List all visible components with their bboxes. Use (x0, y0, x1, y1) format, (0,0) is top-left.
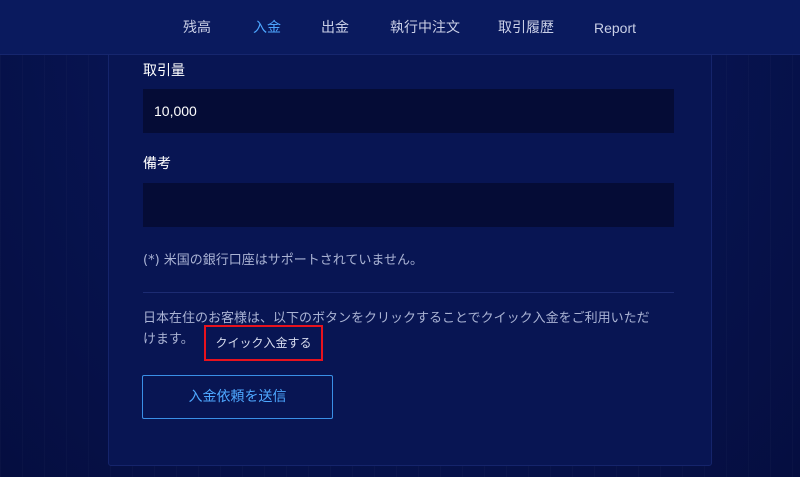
us-bank-note: (*) 米国の銀行口座はサポートされていません。 (143, 253, 423, 268)
nav-item-trade-history[interactable]: 取引履歴 (498, 19, 554, 37)
nav-item-deposit[interactable]: 入金 (253, 19, 281, 37)
amount-input[interactable] (143, 89, 674, 133)
submit-deposit-button[interactable]: 入金依頼を送信 (142, 375, 333, 419)
nav-item-report[interactable]: Report (594, 19, 636, 37)
nav-item-balance[interactable]: 残高 (183, 19, 211, 37)
notes-label: 備考 (143, 156, 171, 172)
section-divider (143, 292, 674, 293)
notes-input[interactable] (143, 183, 674, 227)
nav-item-withdrawal[interactable]: 出金 (321, 19, 349, 37)
top-navigation: 残高 入金 出金 執行中注文 取引履歴 Report (0, 0, 800, 55)
amount-label: 取引量 (143, 63, 185, 79)
nav-item-open-orders[interactable]: 執行中注文 (390, 19, 460, 37)
quick-deposit-link[interactable]: クイック入金する (204, 325, 323, 361)
quick-deposit-info-line-2: けます。 (143, 332, 194, 347)
